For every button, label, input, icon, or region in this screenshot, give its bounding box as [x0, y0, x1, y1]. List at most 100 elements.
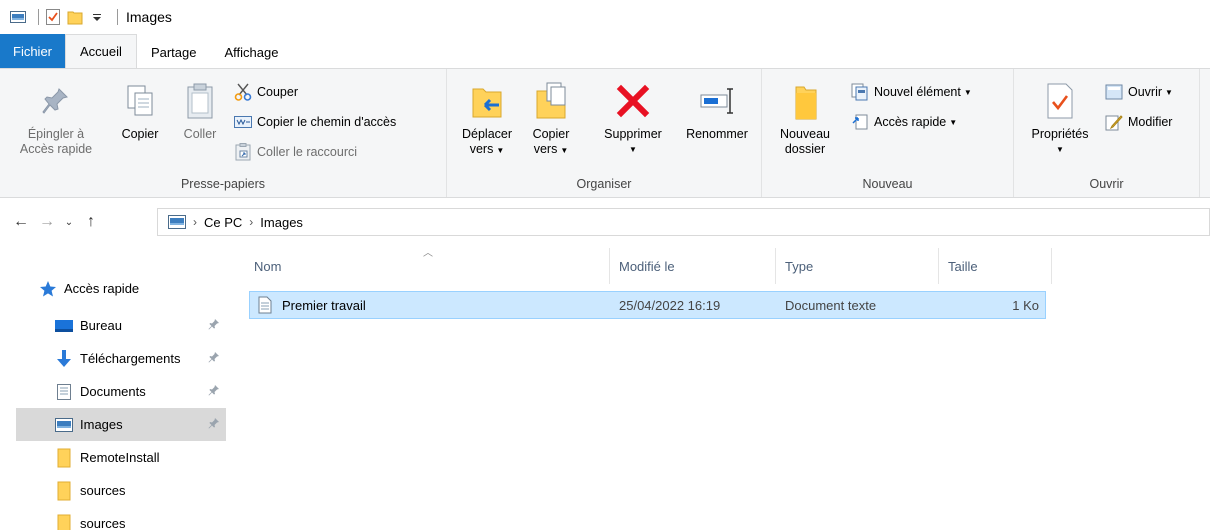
tab-home[interactable]: Accueil [65, 34, 137, 68]
pin-quick-access-button[interactable]: Épingler à Accès rapide [16, 79, 96, 157]
nav-item-remoteinstall[interactable]: RemoteInstall [54, 441, 226, 474]
move-to-button[interactable]: Déplacer vers ▼ [455, 79, 519, 158]
desktop-icon [54, 317, 74, 335]
nav-label: RemoteInstall [80, 450, 160, 465]
new-folder-icon [785, 79, 825, 123]
paste-label: Coller [183, 127, 217, 141]
column-header-name[interactable]: Nom [245, 248, 610, 284]
title-bar: Images [0, 0, 1210, 34]
open-button[interactable]: Ouvrir ▼ [1104, 81, 1173, 103]
navigation-bar: ← → ⌄ ↑ › Ce PC › Images [0, 205, 1210, 239]
up-arrow-icon[interactable]: ↑ [78, 209, 104, 235]
delete-label: Supprimer [604, 127, 662, 141]
new-folder-quick-icon[interactable] [67, 9, 83, 25]
pin-icon [36, 79, 76, 123]
nav-label: Accès rapide [64, 281, 140, 296]
paste-shortcut-label: Coller le raccourci [257, 145, 358, 159]
group-organize: Déplacer vers ▼ Copier vers ▼ Supprimer ▼ … [447, 69, 762, 197]
rename-button[interactable]: Renommer [677, 79, 757, 142]
new-item-icon [850, 83, 870, 101]
copy-to-label-line1: Copier [532, 127, 570, 141]
easy-access-icon [850, 113, 870, 131]
nav-item-desktop[interactable]: Bureau [54, 309, 226, 342]
folder-icon [54, 514, 74, 530]
nav-item-sources[interactable]: sources [54, 474, 226, 507]
paste-button[interactable]: Coller [174, 79, 226, 142]
breadcrumb-separator-icon[interactable]: › [246, 215, 256, 229]
tab-share[interactable]: Partage [137, 36, 211, 68]
delete-button[interactable]: Supprimer ▼ [593, 79, 673, 157]
nav-item-downloads[interactable]: Téléchargements [54, 342, 226, 375]
properties-caret-icon: ▼ [1056, 145, 1064, 154]
nav-label: Téléchargements [80, 351, 181, 366]
ribbon-tabs: Fichier Accueil Partage Affichage [0, 34, 1210, 68]
copy-to-label-text: vers [533, 142, 558, 156]
edit-button[interactable]: Modifier [1104, 111, 1172, 133]
easy-access-button[interactable]: Accès rapide ▼ [850, 111, 957, 133]
ribbon: Épingler à Accès rapide Copier Coller Co… [0, 68, 1210, 198]
column-header-modified[interactable]: Modifié le [610, 248, 776, 284]
rename-icon [697, 79, 737, 123]
pin-icon[interactable] [208, 417, 220, 432]
pin-icon[interactable] [208, 318, 220, 333]
copy-to-label-line2: vers ▼ [534, 142, 569, 158]
new-folder-button[interactable]: Nouveau dossier [770, 79, 840, 157]
breadcrumb-this-pc[interactable]: Ce PC [200, 210, 246, 234]
new-item-label: Nouvel élément [874, 85, 961, 99]
move-to-icon [467, 79, 507, 123]
tab-file[interactable]: Fichier [0, 34, 66, 68]
nav-item-images[interactable]: Images [16, 408, 226, 441]
new-item-caret-icon: ▼ [963, 87, 972, 97]
file-size: 1 Ko [1012, 297, 1039, 313]
new-item-button[interactable]: Nouvel élément ▼ [850, 81, 972, 103]
customize-toolbar-dropdown-icon[interactable] [89, 9, 105, 25]
cut-label: Couper [257, 85, 298, 99]
pin-label-line1: Épingler à [27, 127, 85, 141]
open-caret-icon: ▼ [1165, 87, 1173, 97]
easy-access-caret-icon: ▼ [949, 117, 958, 127]
folder-icon [54, 448, 74, 467]
pin-icon[interactable] [208, 351, 220, 366]
back-arrow-icon[interactable]: ← [8, 209, 34, 235]
nav-label: Bureau [80, 318, 122, 333]
nav-item-quick-access[interactable]: Accès rapide [38, 272, 226, 305]
group-label-open: Ouvrir [1089, 177, 1124, 191]
copy-to-button[interactable]: Copier vers ▼ [523, 79, 579, 158]
pin-icon[interactable] [208, 384, 220, 399]
properties-button[interactable]: Propriétés ▼ [1020, 79, 1100, 157]
properties-icon [1040, 79, 1080, 123]
tab-view[interactable]: Affichage [210, 36, 292, 68]
breadcrumb-separator-icon[interactable]: › [190, 215, 200, 229]
title-separator [38, 9, 39, 25]
move-to-label-line2: vers ▼ [470, 142, 505, 158]
file-modified: 25/04/2022 16:19 [619, 297, 721, 313]
address-bar[interactable]: › Ce PC › Images [157, 208, 1210, 236]
copy-path-button[interactable]: Copier le chemin d'accès [233, 111, 396, 133]
copy-path-label: Copier le chemin d'accès [257, 115, 397, 129]
properties-label: Propriétés [1031, 127, 1089, 141]
paste-shortcut-button[interactable]: Coller le raccourci [233, 141, 357, 163]
properties-quick-icon[interactable] [45, 9, 61, 25]
cut-button[interactable]: Couper [233, 81, 298, 103]
table-row[interactable]: Premier travail 25/04/2022 16:19 Documen… [249, 291, 1046, 319]
copy-button[interactable]: Copier [114, 79, 166, 142]
nav-item-sources[interactable]: sources [54, 507, 226, 530]
window-app-icon[interactable] [10, 9, 26, 25]
recent-locations-chevron-icon[interactable]: ⌄ [60, 209, 78, 235]
text-file-icon [258, 292, 272, 318]
group-clipboard: Épingler à Accès rapide Copier Coller Co… [0, 69, 447, 197]
easy-access-label: Accès rapide [874, 115, 947, 129]
group-label-organize: Organiser [576, 177, 632, 191]
column-header-type[interactable]: Type [776, 248, 939, 284]
nav-item-documents[interactable]: Documents [54, 375, 226, 408]
breadcrumb-images[interactable]: Images [256, 210, 307, 234]
group-new: Nouveau dossier Nouvel élément ▼ Accès r… [762, 69, 1014, 197]
column-header-size[interactable]: Taille [939, 248, 1052, 284]
edit-label: Modifier [1128, 115, 1173, 129]
forward-arrow-icon[interactable]: → [34, 209, 60, 235]
new-folder-label-line2: dossier [784, 142, 826, 156]
documents-icon [54, 383, 74, 401]
group-open: Propriétés ▼ Ouvrir ▼ Modifier Ouvrir [1014, 69, 1200, 197]
group-label-clipboard: Presse-papiers [180, 177, 266, 191]
download-arrow-icon [54, 349, 74, 368]
